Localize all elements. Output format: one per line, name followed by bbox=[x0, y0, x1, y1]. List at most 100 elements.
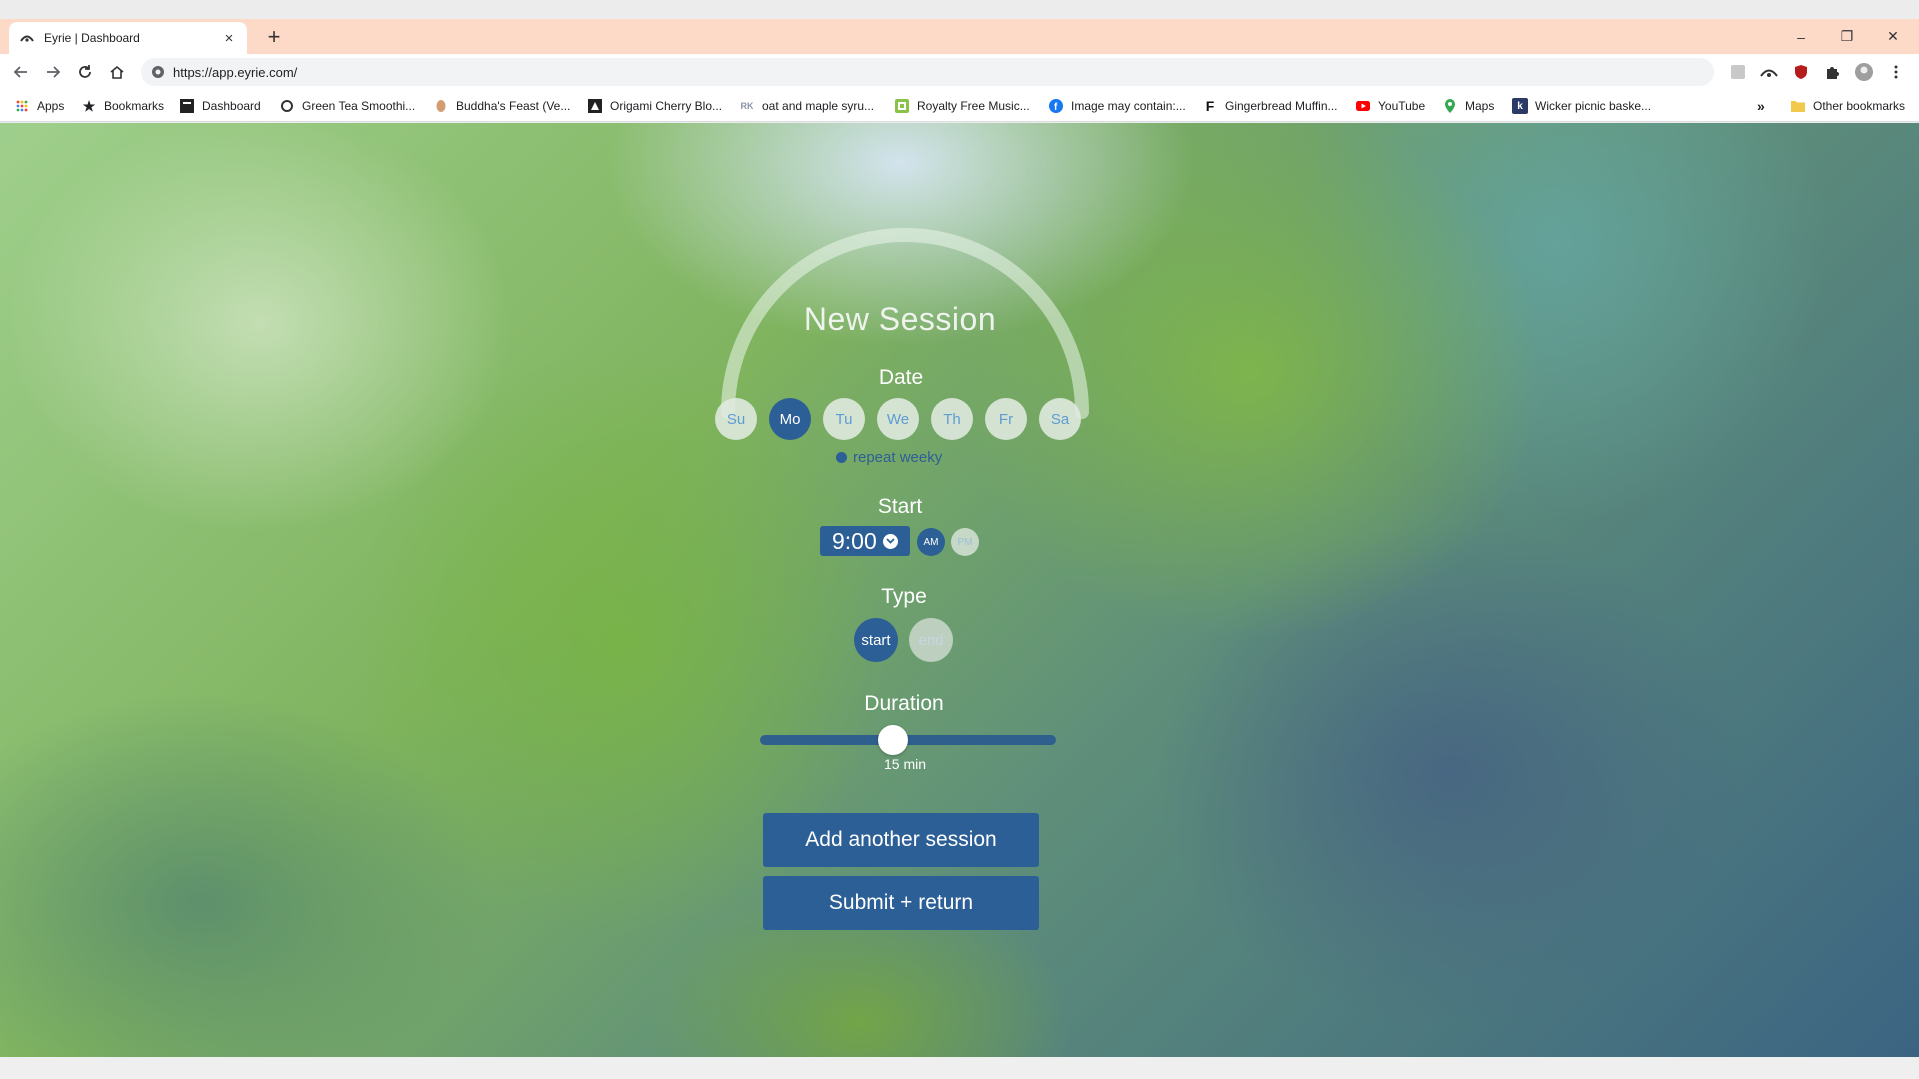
day-tuesday[interactable]: Tu bbox=[823, 398, 865, 440]
repeat-dot-icon bbox=[836, 451, 847, 463]
bookmarks-bar: Apps ★ Bookmarks Dashboard Green Tea Smo… bbox=[0, 90, 1919, 122]
buddha-icon bbox=[433, 98, 449, 114]
bookmark-oat-maple[interactable]: RK oat and maple syru... bbox=[739, 97, 875, 115]
pm-toggle[interactable]: PM bbox=[951, 528, 979, 556]
profile-avatar[interactable] bbox=[1853, 61, 1875, 83]
restore-button[interactable]: ❐ bbox=[1824, 19, 1870, 54]
day-friday[interactable]: Fr bbox=[985, 398, 1027, 440]
duration-label: Duration bbox=[864, 692, 944, 715]
extension-translate-icon[interactable] bbox=[1727, 61, 1749, 83]
home-button[interactable] bbox=[105, 60, 129, 84]
bookmark-label: Apps bbox=[37, 99, 65, 113]
type-start-toggle[interactable]: start bbox=[854, 618, 898, 662]
cup-icon bbox=[279, 98, 295, 114]
start-label: Start bbox=[877, 495, 923, 518]
bookmark-buddhas-feast[interactable]: Buddha's Feast (Ve... bbox=[433, 97, 570, 115]
day-saturday[interactable]: Sa bbox=[1039, 398, 1081, 440]
maps-pin-icon bbox=[1442, 98, 1458, 114]
bookmark-maps[interactable]: Maps bbox=[1442, 97, 1494, 115]
bookmark-dashboard[interactable]: Dashboard bbox=[179, 97, 261, 115]
forward-button[interactable] bbox=[41, 60, 65, 84]
bookmarks-overflow-button[interactable]: » bbox=[1757, 97, 1765, 115]
bookmark-image-may-contain[interactable]: f Image may contain:... bbox=[1048, 97, 1186, 115]
window-bottom-strip bbox=[0, 1057, 1919, 1079]
bookmark-label: Buddha's Feast (Ve... bbox=[456, 99, 571, 113]
bookmark-label: Origami Cherry Blo... bbox=[610, 99, 723, 113]
back-button[interactable] bbox=[9, 60, 33, 84]
day-monday[interactable]: Mo bbox=[769, 398, 811, 440]
day-thursday[interactable]: Th bbox=[931, 398, 973, 440]
bookmark-label: oat and maple syru... bbox=[762, 99, 875, 113]
site-info-icon[interactable] bbox=[151, 65, 165, 79]
bookmark-label: Maps bbox=[1465, 99, 1495, 113]
add-another-session-button[interactable]: Add another session bbox=[763, 813, 1039, 867]
extension-eyrie-icon[interactable] bbox=[1758, 61, 1780, 83]
window-top-strip bbox=[0, 0, 1919, 19]
tab-bar: Eyrie | Dashboard × + – ❐ ✕ bbox=[0, 19, 1919, 54]
folder-icon bbox=[1790, 98, 1806, 114]
date-label: Date bbox=[878, 366, 924, 389]
new-tab-button[interactable]: + bbox=[260, 23, 288, 51]
url-input[interactable] bbox=[173, 64, 1073, 80]
repeat-label: repeat weeky bbox=[853, 448, 943, 466]
youtube-icon bbox=[1355, 98, 1371, 114]
bookmark-green-tea[interactable]: Green Tea Smoothi... bbox=[279, 97, 415, 115]
bookmark-label: Gingerbread Muffin... bbox=[1225, 99, 1338, 113]
origami-icon bbox=[587, 98, 603, 114]
browser-toolbar bbox=[0, 54, 1919, 90]
bookmark-label: Dashboard bbox=[202, 99, 261, 113]
bookmark-gingerbread[interactable]: F Gingerbread Muffin... bbox=[1202, 97, 1338, 115]
bookmark-label: Image may contain:... bbox=[1071, 99, 1186, 113]
dashboard-icon bbox=[179, 98, 195, 114]
type-label: Type bbox=[881, 585, 927, 608]
extensions-puzzle-icon[interactable] bbox=[1821, 61, 1843, 83]
page-title: New Session bbox=[803, 301, 997, 337]
bookmark-label: Royalty Free Music... bbox=[917, 99, 1030, 113]
bookmark-apps[interactable]: Apps bbox=[14, 97, 64, 115]
start-time-select[interactable]: 9:00 bbox=[820, 526, 910, 556]
reload-button[interactable] bbox=[73, 60, 97, 84]
bookmark-origami[interactable]: Origami Cherry Blo... bbox=[587, 97, 722, 115]
am-toggle[interactable]: AM bbox=[917, 528, 945, 556]
chevron-down-icon bbox=[882, 533, 898, 549]
rk-icon: RK bbox=[740, 101, 754, 111]
bookmark-label: Bookmarks bbox=[104, 99, 165, 113]
bookmark-youtube[interactable]: YouTube bbox=[1355, 97, 1425, 115]
eyrie-logo-icon bbox=[20, 35, 34, 42]
facebook-icon: f bbox=[1048, 98, 1064, 114]
browser-menu-icon[interactable] bbox=[1885, 61, 1907, 83]
submit-return-button[interactable]: Submit + return bbox=[763, 876, 1039, 930]
window-close-button[interactable]: ✕ bbox=[1870, 19, 1916, 54]
reload-icon bbox=[79, 65, 91, 78]
forward-arrow-icon bbox=[47, 66, 61, 78]
minimize-button[interactable]: – bbox=[1778, 19, 1824, 54]
f-icon: F bbox=[1205, 98, 1215, 114]
extension-shield-icon[interactable] bbox=[1790, 61, 1812, 83]
tab-title: Eyrie | Dashboard bbox=[44, 31, 140, 45]
music-b-icon bbox=[894, 98, 910, 114]
tab-close-icon[interactable]: × bbox=[221, 30, 237, 47]
bookmark-label: Green Tea Smoothi... bbox=[302, 99, 416, 113]
address-bar[interactable] bbox=[141, 58, 1714, 86]
tab-eyrie-dashboard[interactable]: Eyrie | Dashboard × bbox=[9, 22, 247, 54]
duration-slider-thumb[interactable] bbox=[878, 725, 909, 755]
session-page: New Session Date Su Mo Tu We Th Fr Sa re… bbox=[0, 123, 1919, 1057]
repeat-weekly-toggle[interactable]: repeat weeky bbox=[836, 448, 942, 466]
other-bookmarks[interactable]: Other bookmarks bbox=[1790, 97, 1905, 115]
home-icon bbox=[110, 65, 124, 79]
start-time-value: 9:00 bbox=[832, 527, 877, 554]
star-icon: ★ bbox=[82, 97, 96, 114]
bookmark-royalty-music[interactable]: Royalty Free Music... bbox=[894, 97, 1030, 115]
bookmark-label: YouTube bbox=[1378, 99, 1426, 113]
duration-value: 15 min bbox=[883, 756, 927, 772]
bookmark-bookmarks[interactable]: ★ Bookmarks bbox=[81, 97, 164, 115]
bookmark-wicker-picnic[interactable]: k Wicker picnic baske... bbox=[1512, 97, 1651, 115]
other-bookmarks-label: Other bookmarks bbox=[1813, 99, 1906, 113]
type-end-toggle[interactable]: end bbox=[909, 618, 953, 662]
bookmark-label: Wicker picnic baske... bbox=[1535, 99, 1652, 113]
back-arrow-icon bbox=[13, 66, 27, 78]
apps-grid-icon bbox=[14, 98, 30, 114]
k-icon: k bbox=[1512, 98, 1528, 114]
day-wednesday[interactable]: We bbox=[877, 398, 919, 440]
day-sunday[interactable]: Su bbox=[715, 398, 757, 440]
